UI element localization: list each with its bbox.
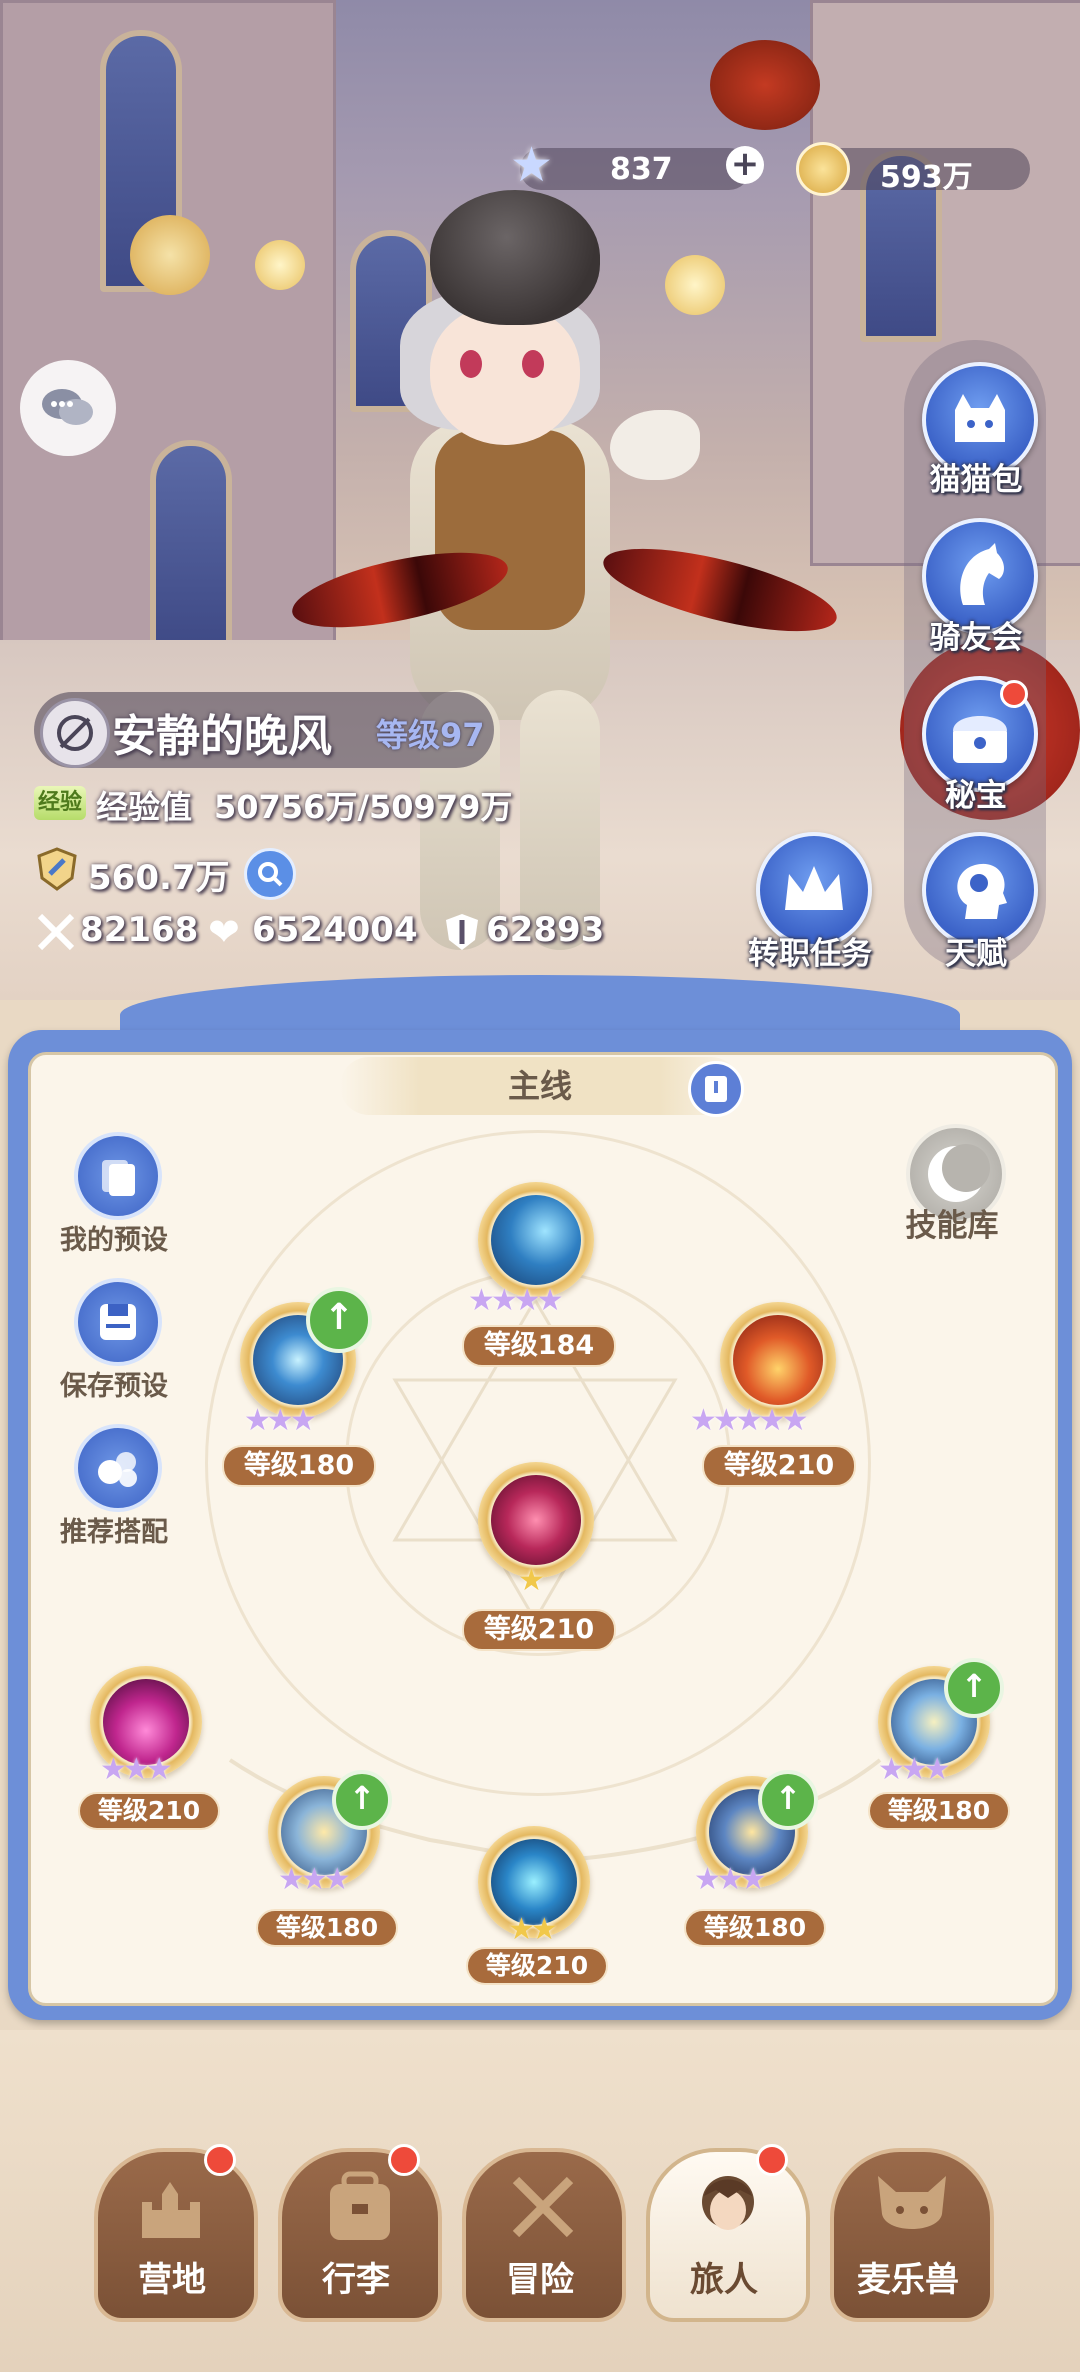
nav-label-traveler: 旅人 <box>690 2260 758 2300</box>
nav-label-camp: 营地 <box>138 2260 206 2300</box>
exp-label: 经验值 <box>96 788 193 826</box>
hp-value: 6524004 <box>252 910 418 950</box>
skill-stars: ★★ <box>508 1912 558 1947</box>
combat-power: 560.7万 <box>88 858 230 898</box>
recommend-icon <box>98 1452 137 1487</box>
skill-library-label: 技能库 <box>905 1208 999 1244</box>
skill-level: 等级180 <box>256 1909 398 1947</box>
skill-level: 等级210 <box>462 1609 616 1651</box>
power-detail-button[interactable] <box>244 848 296 900</box>
exp-value: 50756万/50979万 <box>214 788 513 826</box>
upgrade-arrow-icon[interactable]: ↑ <box>332 1770 392 1830</box>
luggage-badge <box>388 2144 420 2176</box>
chat-bubble-icon <box>42 389 93 425</box>
upgrade-arrow-icon[interactable]: ↑ <box>306 1287 372 1353</box>
skill-level: 等级210 <box>466 1947 608 1985</box>
skill-stars: ★★★★★ <box>690 1403 809 1438</box>
gold-coin-icon <box>796 142 850 196</box>
job-quest-label: 转职任务 <box>748 936 872 972</box>
nav-tab-luggage[interactable]: 行李 <box>278 2148 442 2322</box>
window <box>150 440 232 652</box>
player-level: 等级97 <box>376 716 485 754</box>
panel-tab-title: 主线 <box>507 1067 572 1105</box>
save-preset-label: 保存预设 <box>60 1371 168 1402</box>
skill-level: 等级210 <box>702 1445 856 1487</box>
recommend-label: 推荐搭配 <box>60 1517 168 1548</box>
skill-node-center[interactable] <box>478 1462 594 1578</box>
defense-value: 62893 <box>486 910 605 950</box>
cat-pet-icon <box>878 2176 946 2229</box>
nav-tab-camp[interactable]: 营地 <box>94 2148 258 2322</box>
nav-tab-traveler[interactable]: 旅人 <box>646 2148 810 2322</box>
class-emblem-icon <box>40 698 110 768</box>
castle-icon <box>142 2182 200 2238</box>
treasure-badge <box>1000 680 1028 708</box>
upgrade-arrow-icon[interactable]: ↑ <box>758 1770 818 1830</box>
cards-icon <box>102 1160 135 1196</box>
skill-stars: ★★★ <box>694 1862 767 1897</box>
cat-bag-icon <box>955 394 1005 442</box>
traveler-avatar-icon <box>702 2176 754 2230</box>
rider-club-label: 骑友会 <box>929 620 1023 656</box>
add-gem-button[interactable]: + <box>726 146 764 184</box>
crown-icon <box>785 866 843 910</box>
defense-shield-icon <box>444 912 480 952</box>
skill-icon-fire-arrows <box>733 1315 823 1405</box>
horse-icon <box>960 543 1004 605</box>
skill-stars: ★★★ <box>244 1403 317 1438</box>
skill-node-upper-right[interactable] <box>720 1302 836 1418</box>
player-name: 安静的晚风 <box>112 711 332 762</box>
shield-power-icon <box>34 846 80 892</box>
skill-level: 等级210 <box>78 1792 220 1830</box>
skill-stars: ★★★ <box>278 1862 351 1897</box>
camp-badge <box>204 2144 236 2176</box>
chat-button[interactable] <box>20 360 116 456</box>
skill-stars: ★★★★ <box>468 1283 564 1318</box>
hp-heart-icon: ❤ <box>208 910 240 954</box>
crossed-swords-icon <box>512 2176 574 2238</box>
gem-amount: 837 <box>610 152 673 187</box>
skill-icon-piercing-arrow <box>491 1475 581 1565</box>
talent-label: 天赋 <box>945 936 1007 972</box>
attack-icon <box>36 912 76 952</box>
backpack-icon <box>330 2171 390 2240</box>
cat-bag-label: 猫猫包 <box>929 462 1023 498</box>
lantern <box>130 215 210 295</box>
traveler-badge <box>756 2144 788 2176</box>
treasure-label: 秘宝 <box>945 778 1007 814</box>
flying-pet <box>710 40 820 130</box>
attack-value: 82168 <box>80 910 199 950</box>
skill-level: 等级180 <box>868 1792 1010 1830</box>
nav-label-pets: 麦乐兽 <box>857 2260 959 2300</box>
skill-level: 等级184 <box>462 1325 616 1367</box>
nav-label-adventure: 冒险 <box>506 2260 574 2300</box>
skill-icon-light-burst <box>491 1195 581 1285</box>
save-icon <box>100 1304 136 1340</box>
skill-level: 等级180 <box>684 1909 826 1947</box>
search-icon <box>258 862 283 887</box>
exp-badge: 经验 <box>34 786 87 820</box>
skill-stars: ★ <box>518 1563 545 1598</box>
my-preset-label: 我的预设 <box>60 1225 168 1256</box>
skill-stars: ★★★ <box>878 1752 951 1787</box>
upgrade-arrow-icon[interactable]: ↑ <box>944 1658 1004 1718</box>
skill-node-top[interactable] <box>478 1182 594 1298</box>
skill-level: 等级180 <box>222 1445 376 1487</box>
lantern <box>255 240 305 290</box>
nav-label-luggage: 行李 <box>322 2260 390 2300</box>
panel-tab[interactable]: 主线 <box>340 1057 740 1115</box>
nav-tab-adventure[interactable]: 冒险 <box>462 2148 626 2322</box>
gold-amount: 593万 <box>880 160 973 195</box>
book-icon <box>705 1076 727 1102</box>
brain-head-icon <box>957 863 1007 919</box>
save-preset-button[interactable] <box>74 1278 162 1366</box>
guide-book-button[interactable] <box>688 1061 744 1117</box>
nav-tab-pets[interactable]: 麦乐兽 <box>830 2148 994 2322</box>
treasure-chest-icon <box>953 716 1007 763</box>
skill-stars: ★★★ <box>100 1752 173 1787</box>
recommend-button[interactable] <box>74 1424 162 1512</box>
my-preset-button[interactable] <box>74 1132 162 1220</box>
star-gem-icon: ★ <box>510 137 554 193</box>
